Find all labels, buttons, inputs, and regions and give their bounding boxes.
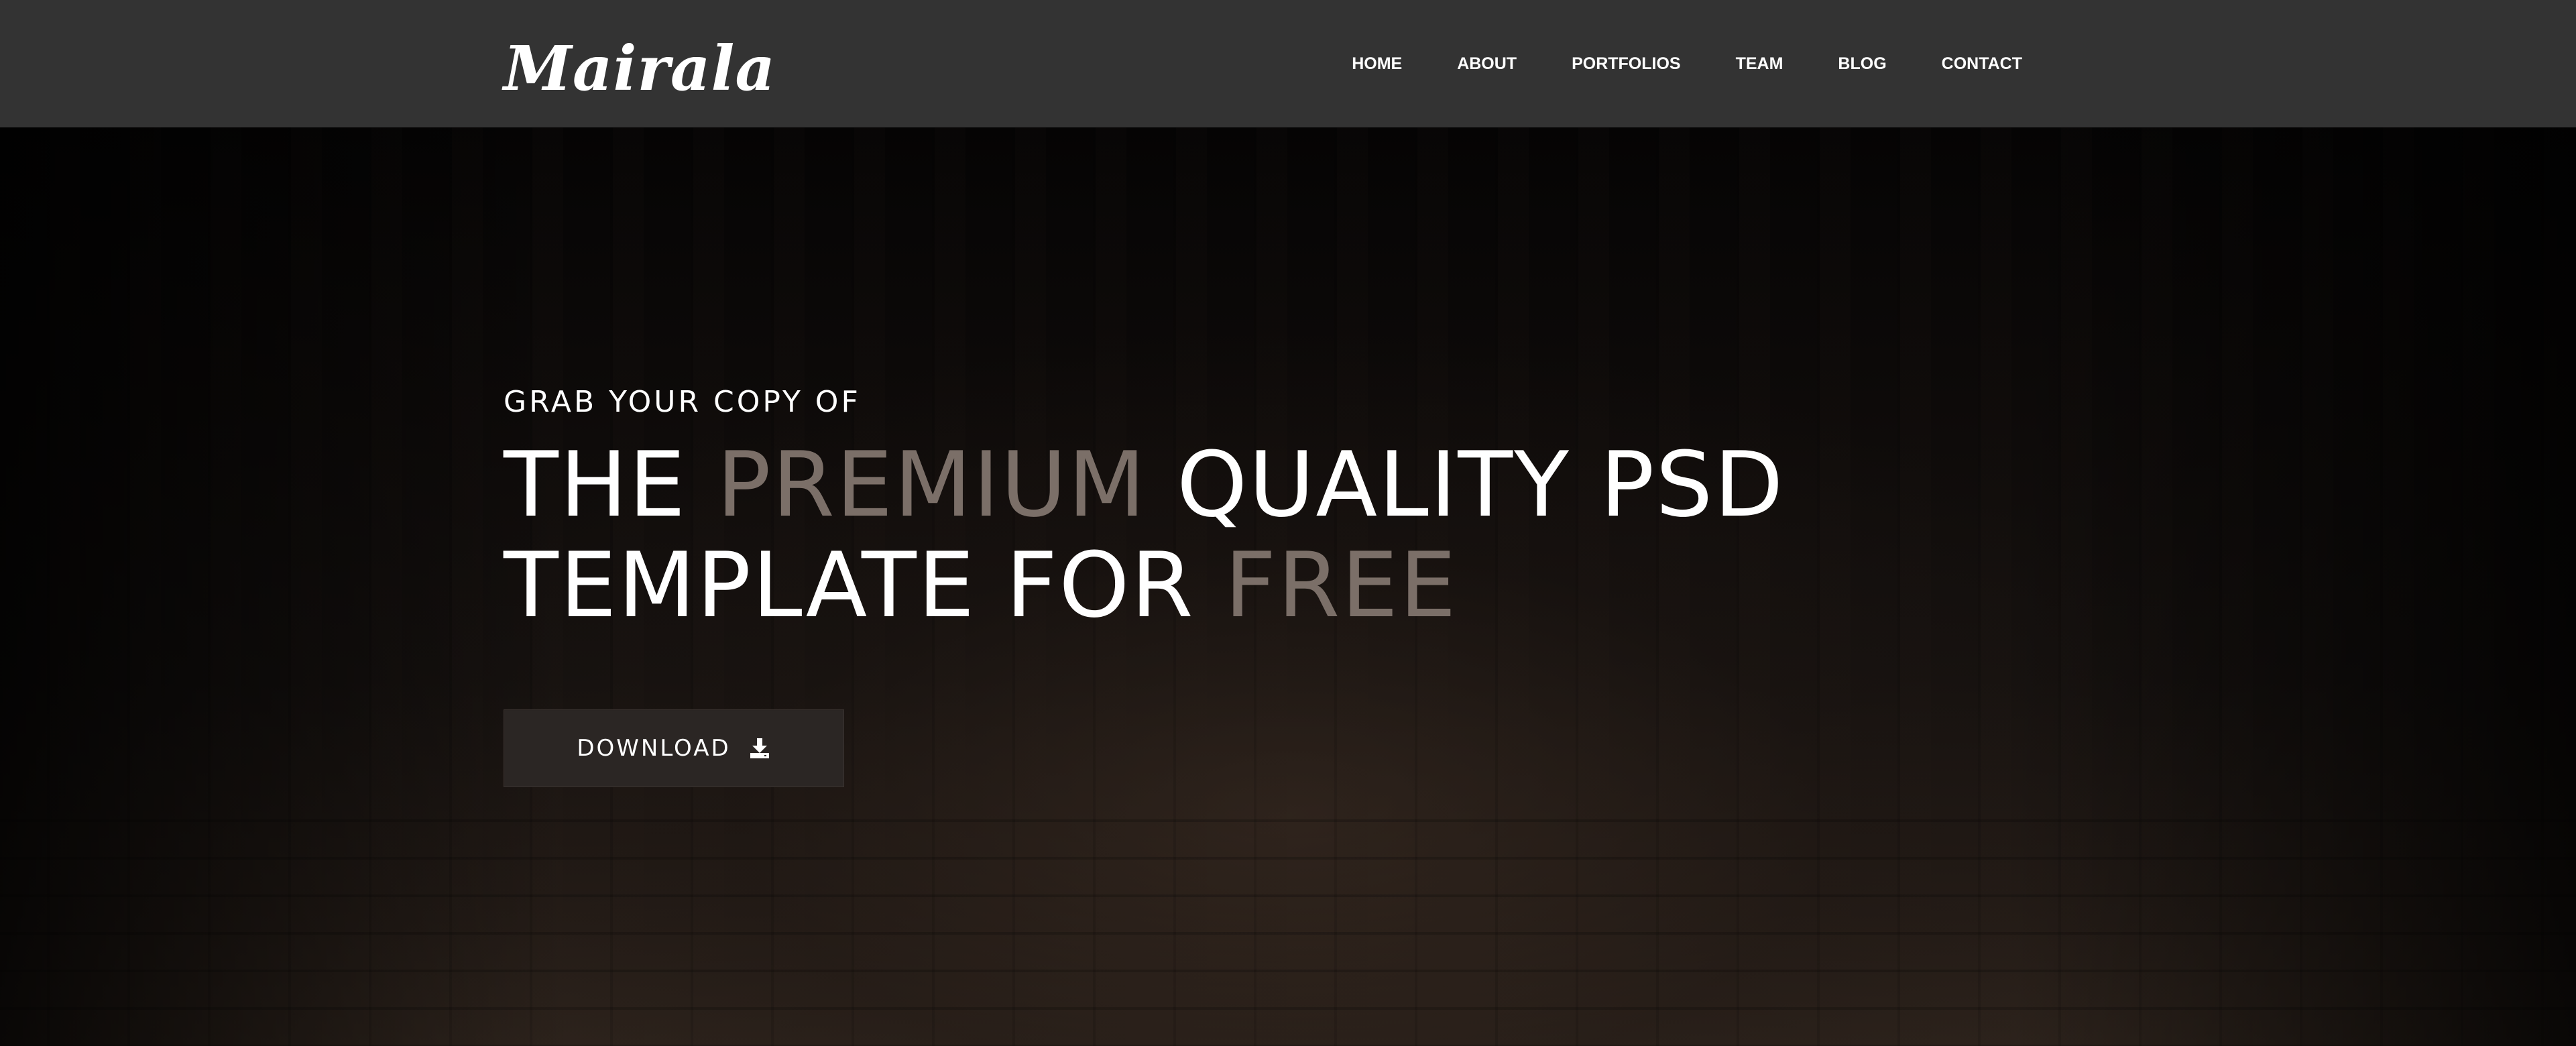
nav-item-portfolios[interactable]: PORTFOLIOS xyxy=(1572,54,1681,74)
hero-kicker: GRAB YOUR COPY OF xyxy=(504,385,861,419)
main-nav: HOME ABOUT PORTFOLIOS TEAM BLOG CONTACT xyxy=(1352,0,2022,127)
headline-text: THE xyxy=(504,432,717,537)
nav-item-team[interactable]: TEAM xyxy=(1736,54,1783,74)
headline-accent-premium: PREMIUM xyxy=(716,432,1147,537)
headline-accent-free: FREE xyxy=(1224,533,1458,638)
site-header: Mairala HOME ABOUT PORTFOLIOS TEAM BLOG … xyxy=(0,0,2576,127)
site-logo[interactable]: Mairala xyxy=(504,28,776,109)
hero-headline: THE PREMIUM QUALITY PSD TEMPLATE FOR FRE… xyxy=(504,434,1785,636)
nav-item-home[interactable]: HOME xyxy=(1352,54,1402,74)
headline-text: QUALITY PSD xyxy=(1147,432,1785,537)
download-button[interactable]: DOWNLOAD xyxy=(504,709,844,787)
nav-item-blog[interactable]: BLOG xyxy=(1838,54,1886,74)
hero-section: GRAB YOUR COPY OF THE PREMIUM QUALITY PS… xyxy=(0,127,2576,1046)
page: Mairala HOME ABOUT PORTFOLIOS TEAM BLOG … xyxy=(0,0,2576,1046)
download-icon xyxy=(748,737,771,760)
nav-item-contact[interactable]: CONTACT xyxy=(1942,54,2022,74)
download-button-label: DOWNLOAD xyxy=(577,735,731,762)
nav-item-about[interactable]: ABOUT xyxy=(1457,54,1517,74)
headline-text: TEMPLATE FOR xyxy=(504,533,1225,638)
